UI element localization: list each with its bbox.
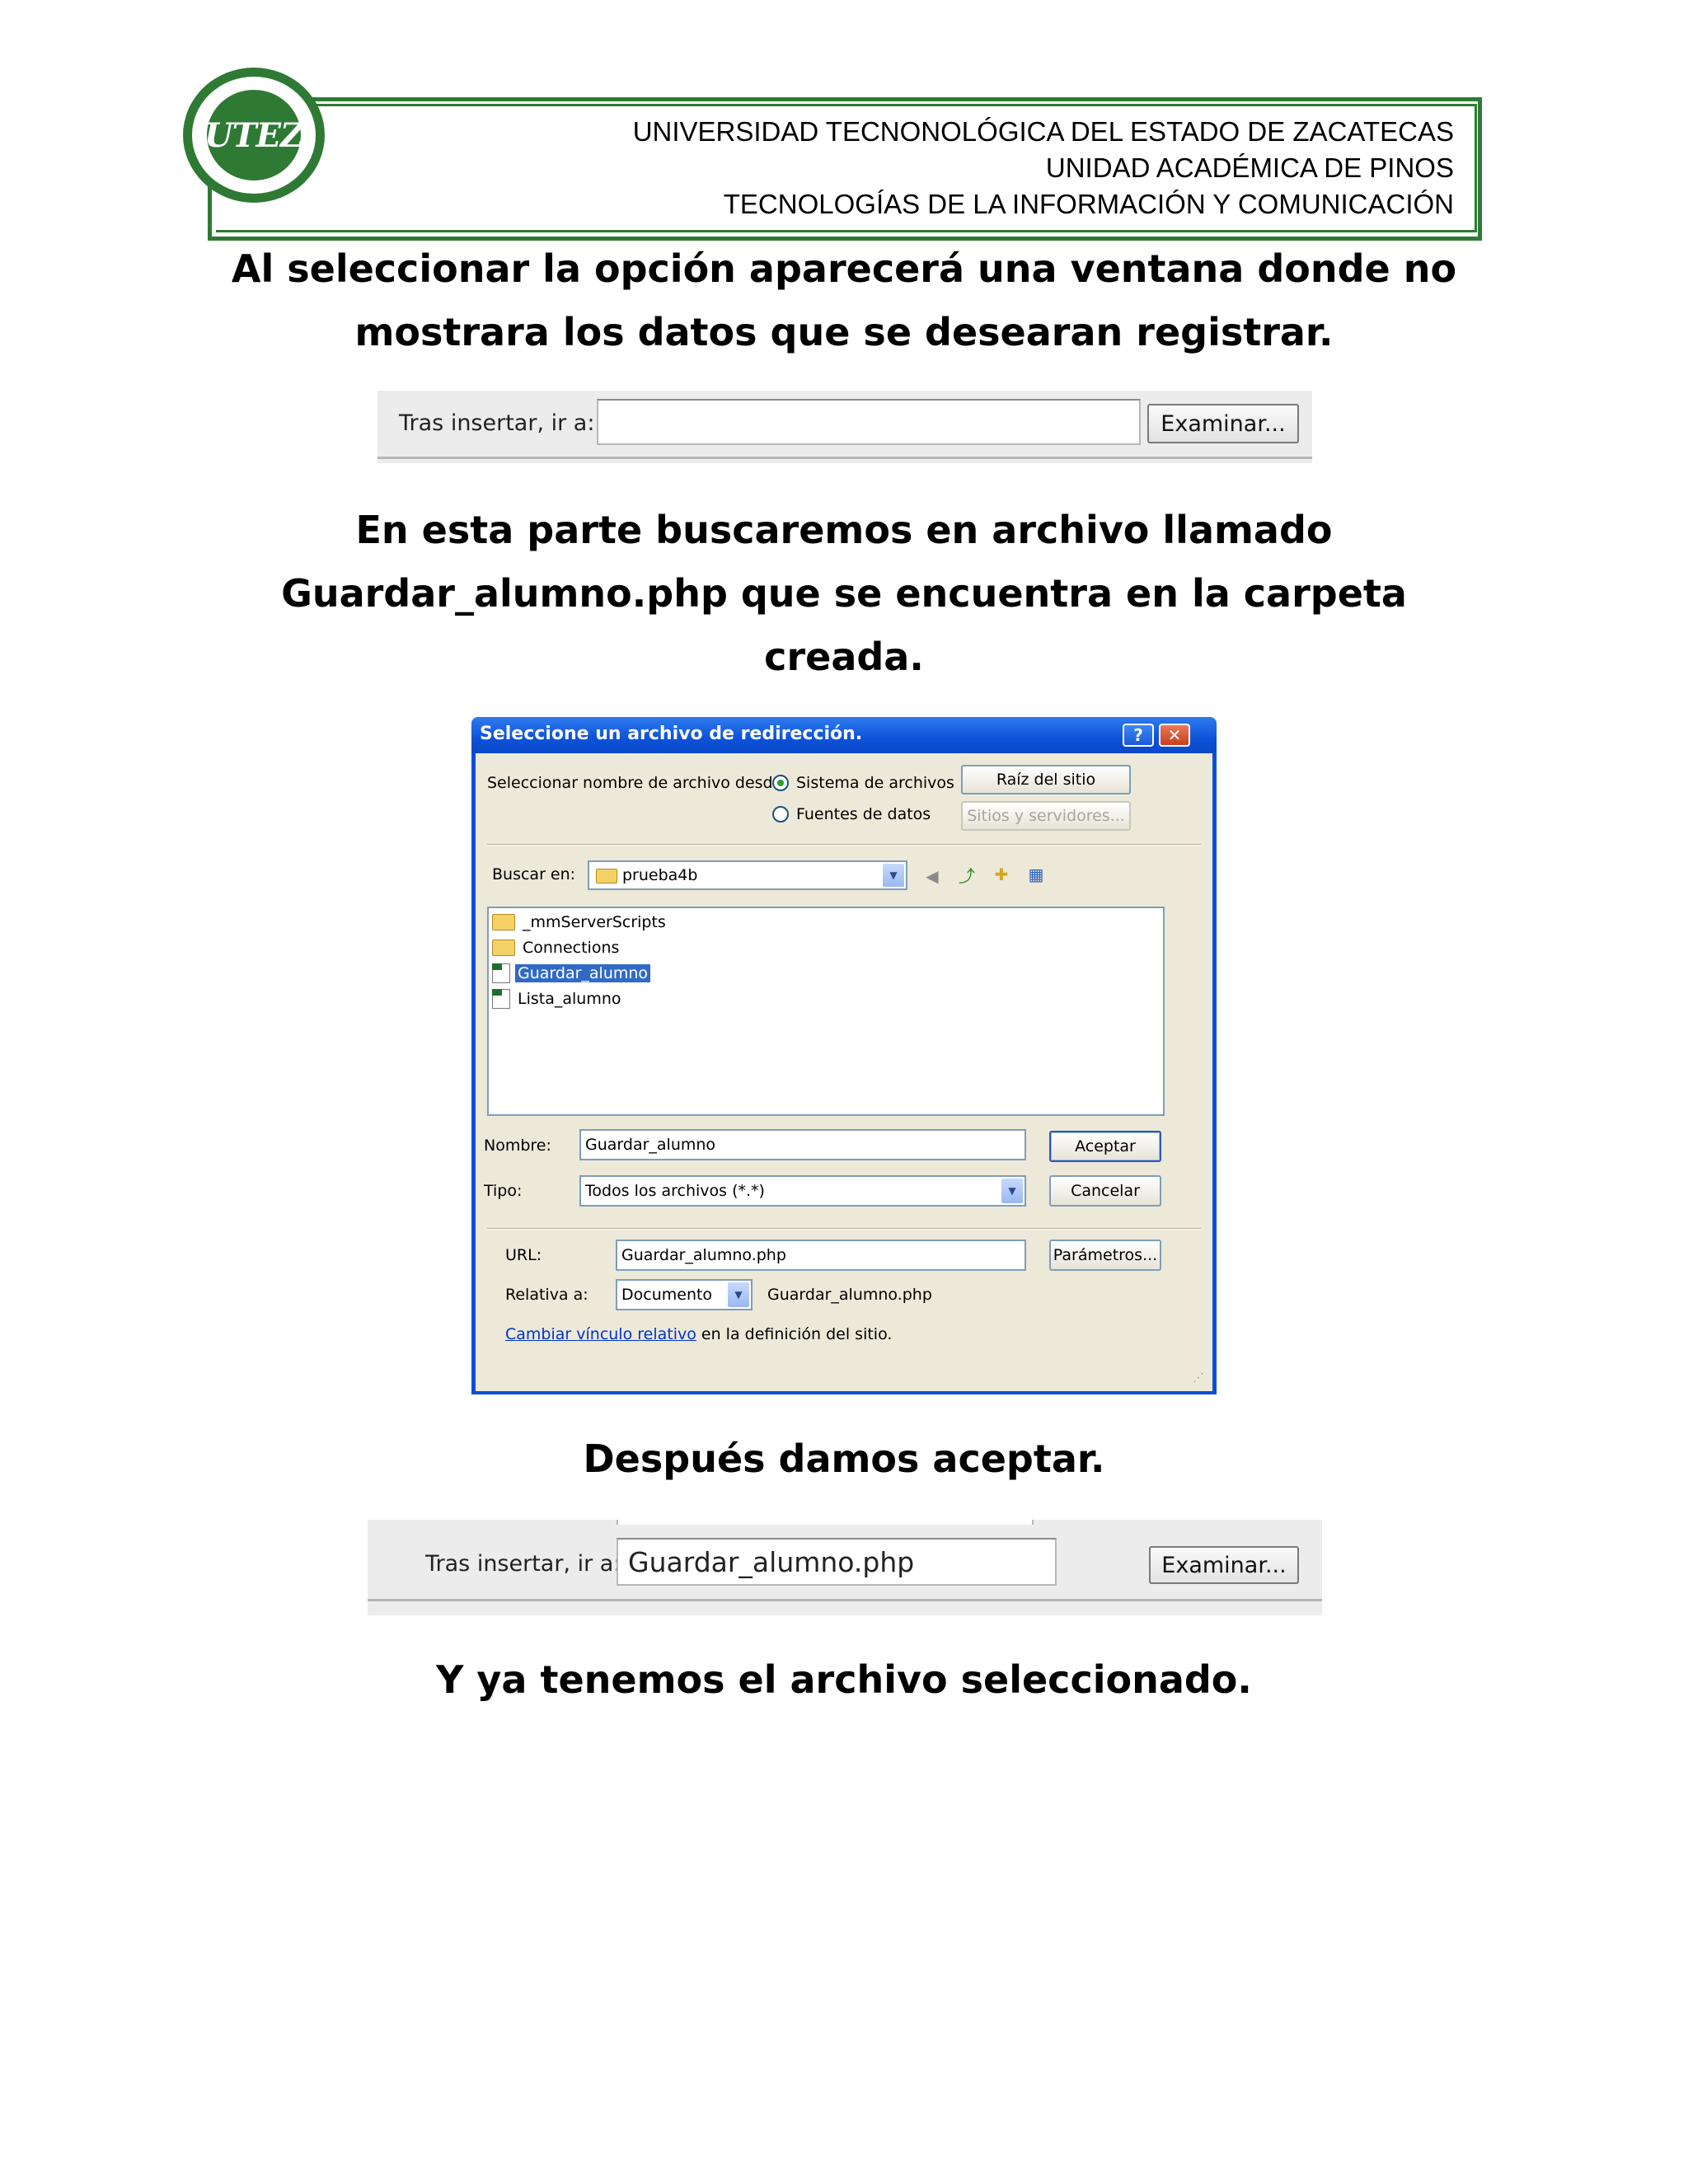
filename-input[interactable]: Guardar_alumno — [579, 1129, 1026, 1160]
file-name: Lista_alumno — [518, 990, 621, 1008]
paragraph-search-line3: creada. — [764, 635, 924, 679]
site-root-button[interactable]: Raíz del sitio — [961, 765, 1131, 794]
header-university: UNIVERSIDAD TECNONOLÓGICA DEL ESTADO DE … — [632, 116, 1454, 147]
filetype-select[interactable]: Todos los archivos (*.*) ▼ — [579, 1175, 1026, 1207]
folder-icon — [492, 940, 515, 956]
paragraph-search-line1: En esta parte buscaremos en archivo llam… — [355, 508, 1333, 552]
redirect-field-strip-empty: Tras insertar, ir a: Examinar... — [377, 391, 1312, 463]
folder-icon — [596, 869, 617, 883]
view-menu-icon[interactable]: ▦ — [1025, 863, 1048, 886]
field-above-remnant — [617, 1520, 1034, 1525]
new-folder-icon[interactable]: ✚ — [990, 863, 1013, 886]
paragraph-search-line2: Guardar_alumno.php que se encuentra en l… — [281, 571, 1407, 616]
close-button[interactable]: ✕ — [1159, 724, 1190, 747]
browse-button[interactable]: Examinar... — [1147, 404, 1299, 443]
radio-datasources[interactable] — [772, 806, 789, 823]
change-relative-link[interactable]: Cambiar vínculo relativo — [505, 1325, 696, 1343]
strip-divider — [368, 1599, 1322, 1601]
lookin-label: Buscar en: — [492, 865, 576, 883]
dialog-body: Seleccionar nombre de archivo desde: Sis… — [476, 753, 1212, 1391]
paragraph-intro-line1: Al seleccionar la opción aparecerá una v… — [231, 246, 1457, 291]
file-list[interactable]: _mmServerScripts Connections Guardar_alu… — [487, 907, 1165, 1116]
php-file-icon — [492, 989, 510, 1009]
sites-servers-button[interactable]: Sitios y servidores... — [961, 801, 1131, 831]
link-suffix: en la definición del sitio. — [701, 1325, 893, 1343]
file-name: Connections — [523, 939, 620, 957]
radio-filesystem[interactable] — [772, 775, 789, 791]
redirect-field-label: Tras insertar, ir a: — [399, 410, 595, 436]
list-item[interactable]: Lista_alumno — [492, 987, 624, 1011]
redirect-field-input[interactable]: Guardar_alumno.php — [617, 1538, 1057, 1586]
list-item[interactable]: Connections — [492, 935, 621, 960]
redirect-field-input[interactable] — [597, 399, 1141, 445]
back-icon[interactable]: ◀ — [921, 865, 944, 888]
url-input[interactable]: Guardar_alumno.php — [616, 1240, 1026, 1271]
list-item-selected[interactable]: Guardar_alumno — [492, 961, 651, 986]
help-button[interactable]: ? — [1123, 724, 1154, 747]
folder-icon — [492, 914, 515, 930]
relative-value: Documento — [621, 1286, 713, 1304]
type-label: Tipo: — [484, 1182, 523, 1200]
logo-text: UTEZ — [204, 115, 304, 155]
parameters-button[interactable]: Parámetros... — [1049, 1240, 1161, 1271]
lookin-value: prueba4b — [622, 866, 698, 884]
header-unit: UNIDAD ACADÉMICA DE PINOS — [1045, 152, 1454, 183]
redirect-field-label: Tras insertar, ir a: — [425, 1551, 621, 1577]
relative-select[interactable]: Documento ▼ — [616, 1279, 753, 1310]
separator — [487, 844, 1201, 846]
relative-label: Relativa a: — [505, 1286, 588, 1304]
url-label: URL: — [505, 1246, 542, 1264]
redirect-field-strip-filled: Tras insertar, ir a: Guardar_alumno.php … — [368, 1520, 1322, 1615]
list-item[interactable]: _mmServerScripts — [492, 910, 668, 935]
chevron-down-icon[interactable]: ▼ — [728, 1282, 749, 1307]
paragraph-accept: Después damos aceptar. — [583, 1436, 1105, 1481]
filetype-value: Todos los archivos (*.*) — [585, 1182, 765, 1200]
name-label: Nombre: — [484, 1137, 551, 1155]
dialog-title: Seleccione un archivo de redirección. — [480, 724, 863, 744]
file-name: _mmServerScripts — [523, 913, 666, 931]
lookin-combobox[interactable]: prueba4b ▼ — [588, 860, 907, 890]
chevron-down-icon[interactable]: ▼ — [883, 864, 904, 887]
relative-file: Guardar_alumno.php — [767, 1286, 932, 1304]
radio-filesystem-label: Sistema de archivos — [796, 774, 954, 792]
university-logo: UTEZ — [183, 68, 325, 203]
up-folder-icon[interactable]: ⤴ — [955, 863, 978, 886]
header-program: TECNOLOGÍAS DE LA INFORMACIÓN Y COMUNICA… — [723, 189, 1454, 219]
cancel-button[interactable]: Cancelar — [1049, 1175, 1161, 1207]
paragraph-intro-line2: mostrara los datos que se desearan regis… — [354, 310, 1334, 354]
browse-button[interactable]: Examinar... — [1149, 1546, 1299, 1584]
radio-datasources-label: Fuentes de datos — [796, 805, 931, 823]
strip-divider — [377, 457, 1312, 459]
resize-grip-icon[interactable]: ⋰ — [1193, 1371, 1207, 1386]
separator — [487, 1228, 1201, 1230]
chevron-down-icon[interactable]: ▼ — [1001, 1179, 1023, 1203]
accept-button[interactable]: Aceptar — [1049, 1131, 1161, 1162]
php-file-icon — [492, 963, 510, 983]
paragraph-selected: Y ya tenemos el archivo seleccionado. — [436, 1657, 1252, 1702]
source-label: Seleccionar nombre de archivo desde: — [487, 774, 788, 792]
file-name: Guardar_alumno — [515, 964, 651, 982]
